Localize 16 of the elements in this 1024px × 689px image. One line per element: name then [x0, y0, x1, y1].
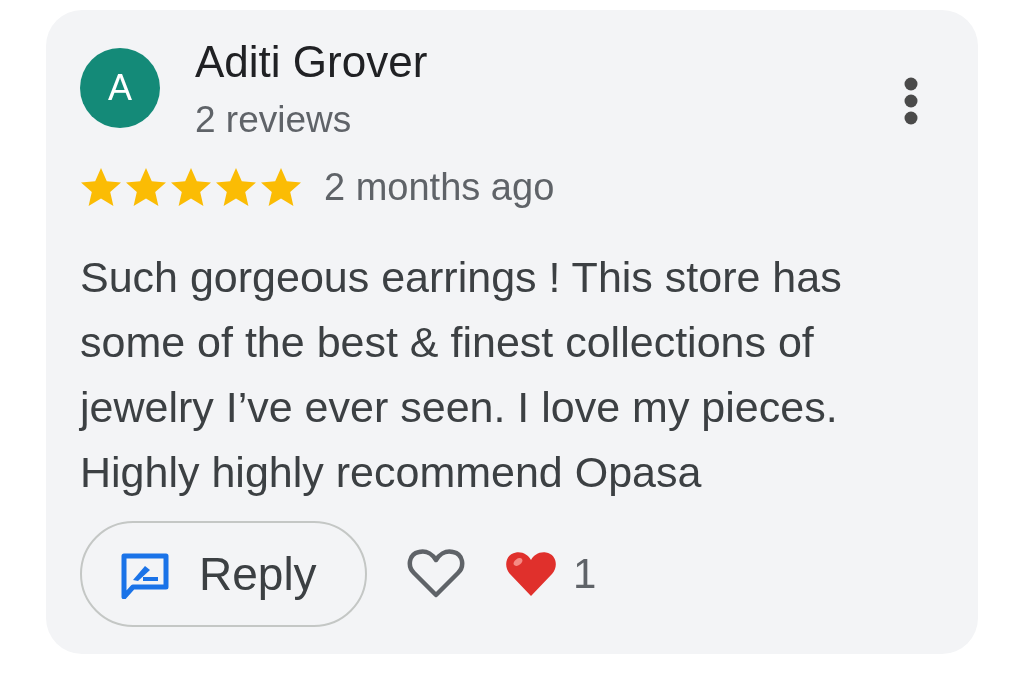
more-options-icon[interactable]: [904, 77, 918, 125]
avatar: A: [80, 48, 160, 128]
review-time: 2 months ago: [324, 165, 555, 209]
author-name: Aditi Grover: [195, 40, 429, 84]
review-text: Such gorgeous earrings ! This store has some of the best & finest collections of jewelry I’ve ever seen. I love my pieces. Highly highly recommend Opasa: [80, 252, 843, 498]
reaction-count: 1: [573, 550, 597, 598]
star-icon: [171, 168, 211, 206]
heart-icon[interactable]: [407, 549, 465, 599]
heart-emoji-icon: [505, 551, 557, 597]
star-icon: [216, 168, 256, 206]
star-icon: [126, 168, 166, 206]
star-icon: [81, 168, 121, 206]
star-icon: [261, 168, 301, 206]
reply-icon: [121, 553, 169, 599]
review-count: 2 reviews: [195, 98, 353, 142]
reply-button[interactable]: Reply: [80, 521, 367, 627]
